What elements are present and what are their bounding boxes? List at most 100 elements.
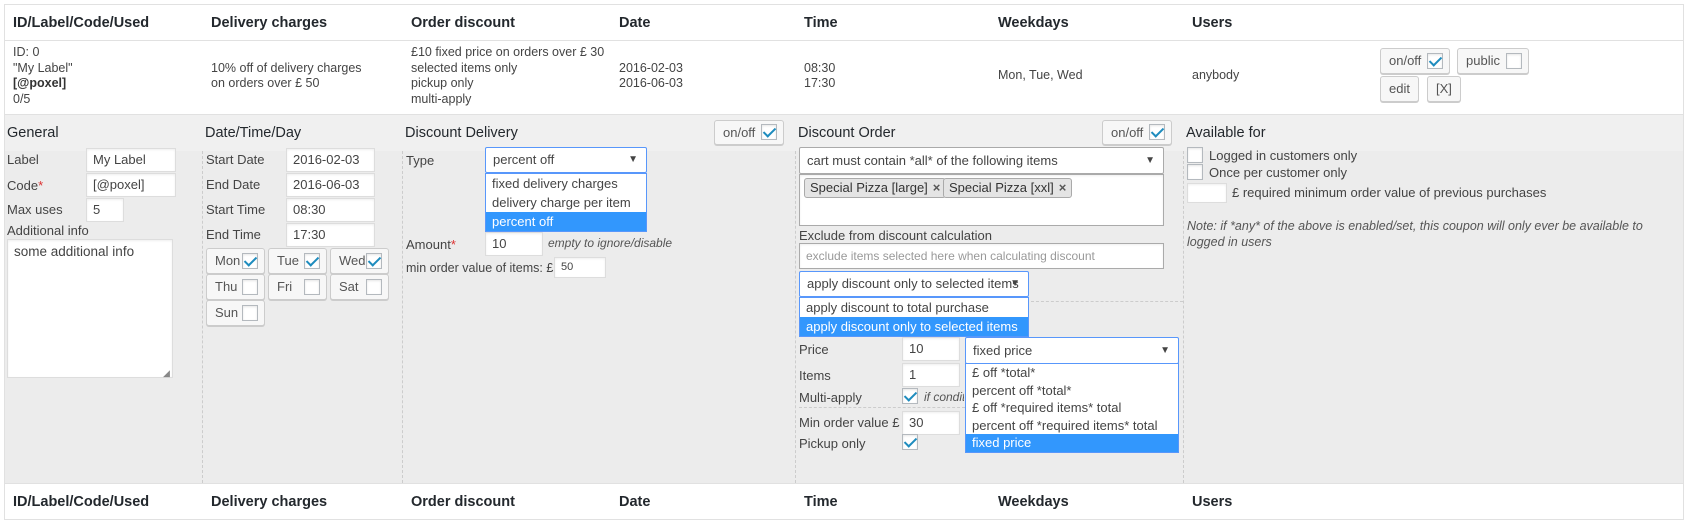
dropdown-option[interactable]: £ off *required items* total <box>966 399 1178 417</box>
apply-discount-select[interactable]: apply discount only to selected items ▼ <box>799 271 1029 297</box>
col-date[interactable]: Date <box>619 484 650 520</box>
price-type-select[interactable]: fixed price ▼ <box>965 337 1179 364</box>
delete-button[interactable]: [X] <box>1427 76 1461 102</box>
end-time-input[interactable]: 17:30 <box>286 223 375 247</box>
exclude-items-input[interactable]: exclude items selected here when calcula… <box>799 243 1164 269</box>
end-time-label: End Time <box>206 227 261 242</box>
public-checkbox[interactable] <box>1505 53 1522 69</box>
chevron-down-icon: ▼ <box>1010 278 1020 289</box>
col-id[interactable]: ID/Label/Code/Used <box>13 5 149 41</box>
col-delivery[interactable]: Delivery charges <box>211 484 327 520</box>
coupon-label: "My Label" <box>13 60 73 75</box>
order-onoff-toggle[interactable]: on/off <box>1102 120 1173 145</box>
dropdown-option[interactable]: percent off *required items* total <box>966 417 1178 435</box>
amount-label: Amount* <box>406 237 456 252</box>
delivery-min-order-label: min order value of items: £ <box>406 261 554 275</box>
price-type-dropdown: £ off *total* percent off *total* £ off … <box>965 363 1179 453</box>
day-label: Wed <box>339 253 366 268</box>
table-header: ID/Label/Code/Used Delivery charges Orde… <box>5 5 1683 41</box>
day-checkbox[interactable] <box>304 253 320 269</box>
col-id[interactable]: ID/Label/Code/Used <box>13 484 149 520</box>
delivery-line-1: 10% off of delivery charges <box>211 60 362 75</box>
remove-icon[interactable]: × <box>933 180 941 195</box>
additional-info-textarea[interactable]: some additional info <box>7 239 173 378</box>
start-date-input[interactable]: 2016-02-03 <box>286 148 375 172</box>
day-label: Mon <box>215 253 241 268</box>
pickup-only-checkbox[interactable] <box>902 434 918 450</box>
delivery-onoff-checkbox[interactable] <box>761 124 778 140</box>
end-date-input[interactable]: 2016-06-03 <box>286 173 375 197</box>
dropdown-option[interactable]: apply discount to total purchase <box>800 298 1028 317</box>
item-tag[interactable]: Special Pizza [large] × <box>804 178 947 198</box>
onoff-toggle[interactable]: on/off <box>1380 48 1451 74</box>
dropdown-option[interactable]: £ off *total* <box>966 364 1178 382</box>
dropdown-option[interactable]: percent off *total* <box>966 382 1178 400</box>
col-users[interactable]: Users <box>1192 5 1232 41</box>
delivery-min-order-input[interactable]: 50 <box>554 257 606 278</box>
day-toggle-tue[interactable]: Tue <box>268 248 327 274</box>
label-field-label: Label <box>7 152 39 167</box>
col-order-discount[interactable]: Order discount <box>411 484 515 520</box>
delivery-type-select[interactable]: percent off ▼ <box>485 147 647 173</box>
day-checkbox[interactable] <box>366 253 382 269</box>
day-toggle-sun[interactable]: Sun <box>206 300 265 326</box>
price-input[interactable]: 10 <box>902 337 960 361</box>
public-label: public <box>1466 53 1500 68</box>
day-label: Fri <box>277 279 293 294</box>
dropdown-option[interactable]: fixed delivery charges <box>486 174 646 193</box>
day-checkbox[interactable] <box>242 253 258 269</box>
onoff-checkbox[interactable] <box>1427 53 1444 69</box>
max-uses-input[interactable]: 5 <box>86 198 124 222</box>
day-toggle-fri[interactable]: Fri <box>268 274 327 300</box>
table-row: ID: 0 "My Label" [@poxel] 0/5 10% off of… <box>5 41 1683 115</box>
time-start: 08:30 <box>804 60 836 75</box>
col-time[interactable]: Time <box>804 484 838 520</box>
items-input[interactable]: 1 <box>902 363 960 387</box>
day-checkbox[interactable] <box>242 305 258 321</box>
col-weekdays[interactable]: Weekdays <box>998 5 1069 41</box>
remove-icon[interactable]: × <box>1059 180 1067 195</box>
dropdown-option[interactable]: apply discount only to selected items <box>800 317 1028 336</box>
col-delivery[interactable]: Delivery charges <box>211 5 327 41</box>
once-per-customer-checkbox[interactable] <box>1187 164 1203 180</box>
col-order-discount[interactable]: Order discount <box>411 5 515 41</box>
order-condition-select[interactable]: cart must contain *all* of the following… <box>799 147 1164 174</box>
day-toggle-sat[interactable]: Sat <box>330 274 389 300</box>
dropdown-option[interactable]: fixed price <box>966 434 1178 452</box>
additional-info-label: Additional info <box>7 223 89 238</box>
dropdown-option[interactable]: percent off <box>486 212 646 231</box>
multi-apply-checkbox[interactable] <box>902 388 918 404</box>
order-min-order-input[interactable]: 30 <box>902 411 960 435</box>
availability-note: Note: if *any* of the above is enabled/s… <box>1187 219 1643 249</box>
order-onoff-checkbox[interactable] <box>1149 124 1166 140</box>
day-toggle-wed[interactable]: Wed <box>330 248 389 274</box>
col-users[interactable]: Users <box>1192 484 1232 520</box>
day-checkbox[interactable] <box>366 279 382 295</box>
users-value: anybody <box>1192 68 1240 82</box>
col-weekdays[interactable]: Weekdays <box>998 484 1069 520</box>
col-time[interactable]: Time <box>804 5 838 41</box>
code-field-label: Code* <box>7 178 44 193</box>
amount-hint: empty to ignore/disable <box>548 236 673 250</box>
col-date[interactable]: Date <box>619 5 650 41</box>
day-checkbox[interactable] <box>304 279 320 295</box>
start-time-input[interactable]: 08:30 <box>286 198 375 222</box>
exclude-label: Exclude from discount calculation <box>799 228 992 243</box>
resize-handle-icon[interactable]: ◢ <box>163 368 170 379</box>
label-input[interactable]: My Label <box>86 148 176 172</box>
logged-in-checkbox[interactable] <box>1187 147 1203 163</box>
day-toggle-thu[interactable]: Thu <box>206 274 265 300</box>
date-start: 2016-02-03 <box>619 60 683 75</box>
code-input[interactable]: [@poxel] <box>86 173 176 197</box>
public-toggle[interactable]: public <box>1457 48 1529 74</box>
apply-discount-value: apply discount only to selected items <box>807 276 1019 291</box>
min-previous-input[interactable] <box>1187 183 1227 203</box>
day-checkbox[interactable] <box>242 279 258 295</box>
dropdown-option[interactable]: delivery charge per item <box>486 193 646 212</box>
item-tag[interactable]: Special Pizza [xxl] × <box>943 178 1073 198</box>
day-label: Sat <box>339 279 359 294</box>
amount-input[interactable]: 10 <box>485 232 543 256</box>
edit-button[interactable]: edit <box>1380 76 1419 102</box>
delivery-onoff-toggle[interactable]: on/off <box>714 120 785 145</box>
day-toggle-mon[interactable]: Mon <box>206 248 265 274</box>
